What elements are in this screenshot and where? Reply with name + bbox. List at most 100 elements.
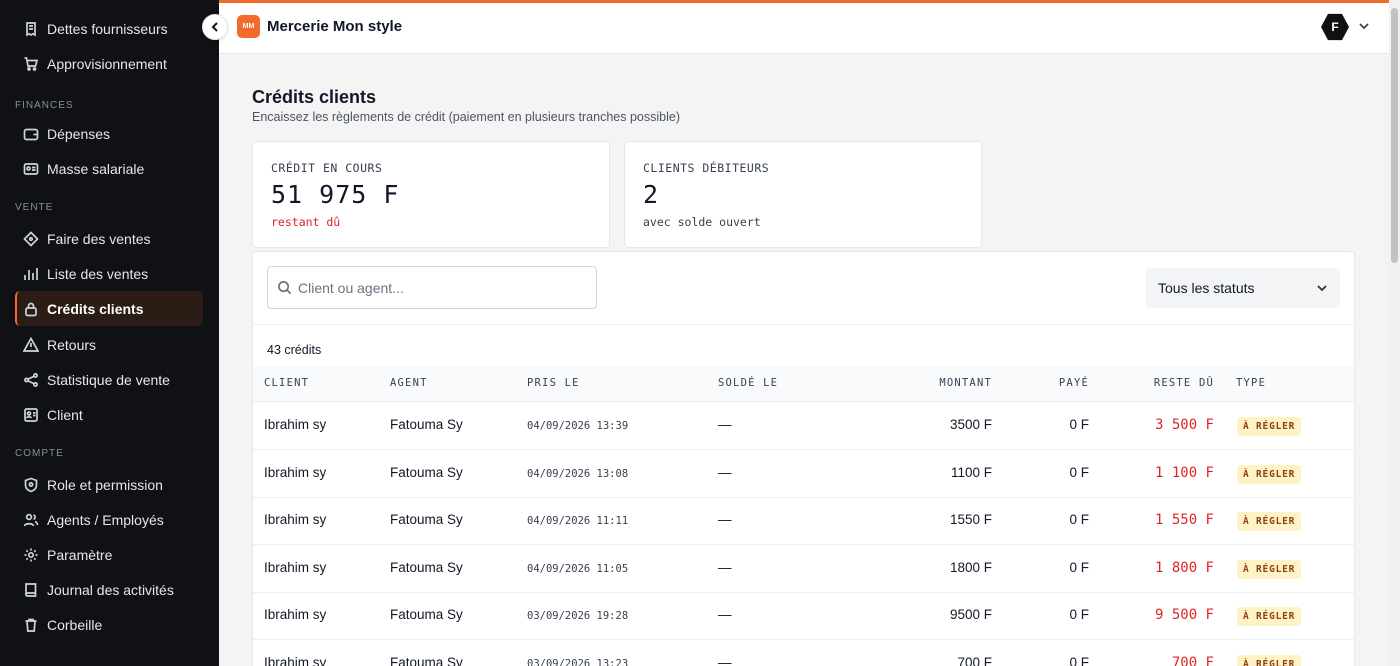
cell-client: Ibrahim sy	[264, 655, 327, 666]
user-avatar[interactable]: F	[1321, 13, 1349, 41]
shield-icon	[22, 476, 40, 494]
sidebar-item-credits-clients[interactable]: Crédits clients	[15, 291, 203, 326]
table-row[interactable]: Ibrahim sy Fatouma Sy 04/09/2026 13:08 — 110…	[253, 450, 1354, 498]
cell-client: Ibrahim sy	[264, 607, 327, 623]
cell-solde-le: —	[718, 417, 732, 432]
table-header: CLIENT AGENT PRIS LE SOLDÉ LE MONTANT PA…	[253, 366, 1354, 402]
column-header-type[interactable]: TYPE	[1236, 377, 1266, 389]
table-row[interactable]: Ibrahim sy Fatouma Sy 04/09/2026 11:11 — 155…	[253, 497, 1354, 546]
status-select[interactable]: Tous les statuts	[1146, 268, 1340, 308]
sidebar-item-label: Paramètre	[47, 546, 113, 563]
cell-pris-le: 04/09/2026 13:39	[527, 420, 629, 432]
cell-agent: Fatouma Sy	[390, 559, 463, 575]
cell-solde-le: —	[718, 559, 732, 575]
sidebar-item-approvisionnement[interactable]: Approvisionnement	[15, 46, 203, 81]
table-row[interactable]: Ibrahim sy Fatouma Sy 03/09/2026 19:28 — 950…	[253, 592, 1354, 641]
sidebar-item-agents-employes[interactable]: Agents / Employés	[15, 502, 203, 537]
search-box[interactable]	[267, 266, 597, 309]
alert-icon	[22, 336, 40, 354]
credit-count: 43 crédits	[267, 343, 322, 357]
stat-label: CLIENTS DÉBITEURS	[643, 161, 770, 175]
sidebar-item-label: Crédits clients	[47, 300, 144, 317]
column-header-reste-du[interactable]: RESTE DÛ	[1154, 377, 1214, 389]
sidebar-item-statistique-de-vente[interactable]: Statistique de vente	[15, 362, 203, 397]
cell-reste-du: 1 800 F	[1154, 559, 1214, 576]
sidebar-item-role-et-permission[interactable]: Role et permission	[15, 467, 203, 502]
cart-icon	[22, 55, 40, 73]
sidebar-item-client[interactable]: Client	[15, 397, 203, 432]
cell-reste-du: 1 550 F	[1154, 512, 1214, 529]
collapse-sidebar-button[interactable]	[202, 14, 228, 40]
page-title: Crédits clients	[252, 87, 377, 107]
sidebar-item-label: Agents / Employés	[47, 511, 164, 528]
column-header-montant[interactable]: MONTANT	[939, 377, 992, 389]
status-badge: À RÉGLER	[1237, 607, 1302, 627]
sidebar-item-label: Corbeille	[47, 616, 103, 633]
shop-logo[interactable]: MM	[237, 15, 260, 38]
column-header-client[interactable]: CLIENT	[264, 377, 309, 389]
cell-reste-du: 700 F	[1171, 655, 1214, 666]
sidebar-item-label: Client	[47, 406, 83, 423]
cell-paye: 0 F	[1069, 512, 1089, 528]
cell-paye: 0 F	[1069, 655, 1089, 666]
sidebar-item-label: Approvisionnement	[47, 55, 167, 72]
cell-client: Ibrahim sy	[264, 464, 327, 480]
status-badge: À RÉGLER	[1237, 655, 1302, 666]
cell-client: Ibrahim sy	[264, 512, 327, 528]
column-header-agent[interactable]: AGENT	[390, 377, 428, 389]
sidebar-item-label: Dettes fournisseurs	[47, 20, 168, 37]
sidebar-item-masse-salariale[interactable]: Masse salariale	[15, 151, 203, 186]
table-row[interactable]: Ibrahim sy Fatouma Sy 03/09/2026 13:23 — 700…	[253, 640, 1354, 666]
sidebar-item-corbeille[interactable]: Corbeille	[15, 607, 203, 642]
sidebar-item-label: Retours	[47, 336, 97, 353]
status-badge: À RÉGLER	[1237, 559, 1302, 579]
shop-name: Mercerie Mon style	[267, 18, 403, 35]
sidebar-section-compte: COMPTE	[15, 448, 64, 459]
table-row[interactable]: Ibrahim sy Fatouma Sy 04/09/2026 11:05 — 180…	[253, 545, 1354, 593]
share-icon	[22, 371, 40, 389]
book-icon	[22, 581, 40, 599]
gear-icon	[22, 546, 40, 564]
cell-reste-du: 3 500 F	[1154, 417, 1214, 433]
page-subtitle: Encaissez les règlements de crédit (paie…	[252, 110, 680, 124]
receipt-icon	[22, 20, 40, 38]
cell-pris-le: 04/09/2026 11:11	[527, 515, 629, 528]
cell-montant: 1100 F	[950, 464, 992, 480]
cell-agent: Fatouma Sy	[390, 607, 463, 623]
sidebar-section-vente: VENTE	[15, 202, 54, 213]
sidebar-item-journal-des-activites[interactable]: Journal des activités	[15, 572, 203, 607]
bar-chart-icon	[22, 265, 40, 283]
column-header-paye[interactable]: PAYÉ	[1059, 377, 1089, 389]
top-bar: MM Mercerie Mon style F	[219, 3, 1389, 54]
cell-solde-le: —	[718, 464, 732, 480]
sidebar-item-liste-des-ventes[interactable]: Liste des ventes	[15, 256, 203, 291]
search-input[interactable]	[298, 275, 588, 301]
stat-value: 51 975 F	[271, 180, 400, 209]
sidebar-item-parametre[interactable]: Paramètre	[15, 537, 203, 572]
sidebar-item-faire-des-ventes[interactable]: Faire des ventes	[15, 221, 203, 256]
sidebar-item-label: Dépenses	[47, 125, 111, 142]
column-header-pris-le[interactable]: PRIS LE	[527, 377, 580, 389]
cell-montant: 3500 F	[949, 417, 992, 432]
sidebar-item-retours[interactable]: Retours	[15, 327, 203, 362]
contact-icon	[22, 406, 40, 424]
stat-note: avec solde ouvert	[643, 215, 761, 229]
cell-agent: Fatouma Sy	[390, 655, 463, 666]
cell-reste-du: 9 500 F	[1154, 607, 1214, 624]
stat-value: 2	[643, 180, 660, 209]
users-icon	[22, 511, 40, 529]
sidebar: Dettes fournisseurs Approvisionnement FINA…	[0, 0, 219, 666]
scrollbar-thumb[interactable]	[1391, 8, 1398, 263]
sidebar-item-dettes-fournisseurs[interactable]: Dettes fournisseurs	[15, 11, 203, 46]
column-header-solde-le[interactable]: SOLDÉ LE	[718, 377, 778, 389]
table-row[interactable]: Ibrahim sy Fatouma Sy 04/09/2026 13:39 — 350…	[253, 402, 1354, 450]
tag-icon	[22, 230, 40, 248]
divider	[253, 324, 1354, 325]
trash-icon	[22, 616, 40, 634]
cell-client: Ibrahim sy	[264, 559, 327, 575]
id-card-icon	[22, 160, 40, 178]
cell-paye: 0 F	[1069, 417, 1089, 432]
user-menu-chevron[interactable]	[1357, 19, 1371, 33]
sidebar-item-label: Statistique de vente	[47, 371, 170, 388]
sidebar-item-depenses[interactable]: Dépenses	[15, 116, 203, 151]
